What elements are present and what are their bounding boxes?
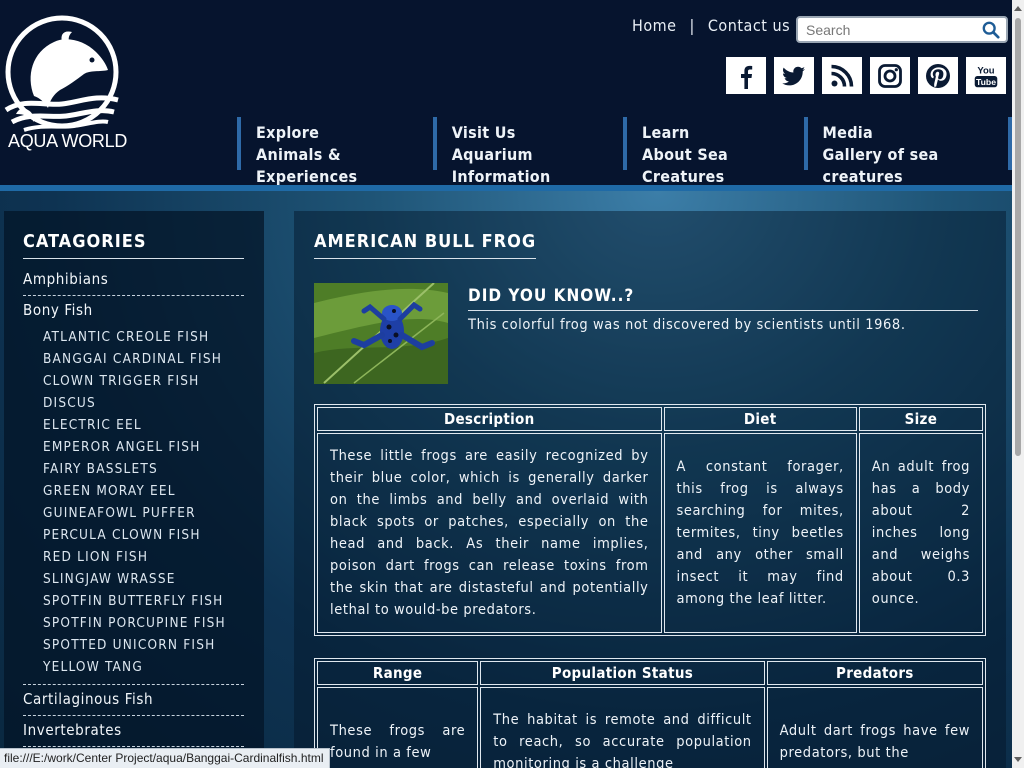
diet-header: Diet	[663, 407, 857, 431]
search-icon[interactable]	[982, 21, 1000, 39]
main-nav: Explore Animals & Experiences Visit Us A…	[237, 117, 1013, 186]
facebook-button[interactable]	[726, 57, 766, 94]
page-title: AMERICAN BULL FROG	[314, 231, 537, 259]
nav-explore[interactable]: Explore Animals & Experiences	[237, 117, 433, 186]
twitter-icon	[782, 66, 805, 85]
category-amphibians[interactable]: Amphibians	[23, 265, 244, 296]
facts-table: Description Diet Size These little frogs…	[314, 404, 986, 636]
rss-icon	[831, 64, 854, 87]
nav-media[interactable]: Media Gallery of sea creatures	[803, 117, 1013, 186]
description-header: Description	[317, 407, 662, 431]
social-links: You Tube	[726, 57, 1014, 94]
search-input[interactable]	[806, 19, 981, 41]
predators-header: Predators	[766, 661, 983, 685]
category-invertebrates[interactable]: Invertebrates	[23, 716, 244, 747]
bony-fish-item[interactable]: GUINEAFOWL PUFFER	[43, 502, 244, 524]
nav-explore-title: Explore	[256, 123, 320, 142]
twitter-button[interactable]	[774, 57, 814, 94]
diet-cell: A constant forager, this frog is always …	[663, 433, 857, 633]
size-cell: An adult frog has a body about 2 inches …	[858, 433, 983, 633]
pinterest-icon	[926, 63, 950, 88]
contact-link[interactable]: Contact us	[708, 16, 790, 35]
nav-learn-subtitle: About Sea Creatures	[642, 145, 729, 186]
did-you-know-text: This colorful frog was not discovered by…	[468, 317, 906, 333]
bony-fish-item[interactable]: FAIRY BASSLETS	[43, 458, 244, 480]
nav-visit-us-title: Visit Us	[451, 123, 516, 142]
bony-fish-item[interactable]: GREEN MORAY EEL	[43, 480, 244, 502]
categories-sidebar: CATAGORIES Amphibians Bony Fish ATLANTIC…	[4, 211, 264, 768]
description-cell: These little frogs are easily recognized…	[317, 433, 662, 633]
bony-fish-item[interactable]: SLINGJAW WRASSE	[43, 568, 244, 590]
predators-cell: Adult dart frogs have few predators, but…	[766, 687, 983, 768]
category-cartilaginous-fish[interactable]: Cartilaginous Fish	[23, 685, 244, 716]
nav-learn[interactable]: Learn About Sea Creatures	[623, 117, 803, 186]
instagram-icon	[878, 63, 902, 88]
youtube-button[interactable]: You Tube	[966, 57, 1006, 94]
scroll-up-arrow-icon[interactable]	[1014, 6, 1022, 11]
bony-fish-item[interactable]: ATLANTIC CREOLE FISH	[43, 326, 244, 348]
category-bony-fish[interactable]: Bony Fish	[23, 296, 244, 326]
habitat-table: Range Population Status Predators These …	[314, 658, 986, 768]
scrollbar-thumb[interactable]	[1015, 18, 1021, 456]
bony-fish-item[interactable]: ELECTRIC EEL	[43, 414, 244, 436]
nav-visit-us[interactable]: Visit Us Aquarium Information	[432, 117, 623, 186]
nav-media-title: Media	[822, 123, 874, 142]
bony-fish-item[interactable]: CLOWN TRIGGER FISH	[43, 370, 244, 392]
bony-fish-item[interactable]: PERCULA CLOWN FISH	[43, 524, 244, 546]
facebook-icon	[741, 65, 753, 89]
home-link[interactable]: Home	[632, 16, 677, 35]
bony-fish-item[interactable]: SPOTTED UNICORN FISH	[43, 634, 244, 656]
nav-explore-subtitle: Animals & Experiences	[256, 145, 358, 186]
population-status-cell: The habitat is remote and difficult to r…	[480, 687, 765, 768]
bony-fish-item[interactable]: SPOTFIN PORCUPINE FISH	[43, 612, 244, 634]
bony-fish-list: ATLANTIC CREOLE FISH BANGGAI CARDINAL FIS…	[23, 326, 244, 685]
bony-fish-item[interactable]: DISCUS	[43, 392, 244, 414]
youtube-text-you: You	[977, 65, 994, 76]
sidebar-heading: CATAGORIES	[23, 231, 244, 259]
did-you-know-heading: DID YOU KNOW..?	[468, 286, 978, 311]
bony-fish-item[interactable]: EMPEROR ANGEL FISH	[43, 436, 244, 458]
site-header: AQUA WORLD Home | Contact us Search You …	[0, 0, 1014, 186]
link-separator: |	[689, 16, 695, 35]
youtube-icon: You Tube	[974, 65, 998, 87]
scroll-down-arrow-icon[interactable]	[1014, 757, 1022, 762]
vertical-scrollbar[interactable]	[1012, 0, 1024, 768]
search-box	[796, 16, 1008, 43]
nav-learn-title: Learn	[642, 123, 690, 142]
bony-fish-item[interactable]: YELLOW TANG	[43, 656, 244, 678]
range-cell: These frogs are found in a few	[317, 687, 479, 768]
size-header: Size	[858, 407, 983, 431]
rss-button[interactable]	[822, 57, 862, 94]
brand-name: AQUA WORLD	[8, 131, 128, 151]
browser-status-bar: file:///E:/work/Center Project/aqua/Bang…	[0, 748, 331, 768]
range-header: Range	[317, 661, 479, 685]
top-links: Home | Contact us	[632, 16, 790, 35]
instagram-button[interactable]	[870, 57, 910, 94]
population-status-header: Population Status	[480, 661, 765, 685]
pinterest-button[interactable]	[918, 57, 958, 94]
nav-visit-us-subtitle: Aquarium Information	[451, 145, 551, 186]
bony-fish-item[interactable]: BANGGAI CARDINAL FISH	[43, 348, 244, 370]
bony-fish-item[interactable]: SPOTFIN BUTTERFLY FISH	[43, 590, 244, 612]
bony-fish-items: ATLANTIC CREOLE FISH BANGGAI CARDINAL FIS…	[23, 326, 244, 678]
nav-media-subtitle: Gallery of sea creatures	[822, 145, 939, 186]
youtube-text-tube: Tube	[976, 77, 996, 87]
main-content: AMERICAN BULL FROG DID YOU KNOW..? This …	[294, 211, 1006, 768]
frog-image	[314, 282, 448, 384]
bony-fish-item[interactable]: RED LION FISH	[43, 546, 244, 568]
